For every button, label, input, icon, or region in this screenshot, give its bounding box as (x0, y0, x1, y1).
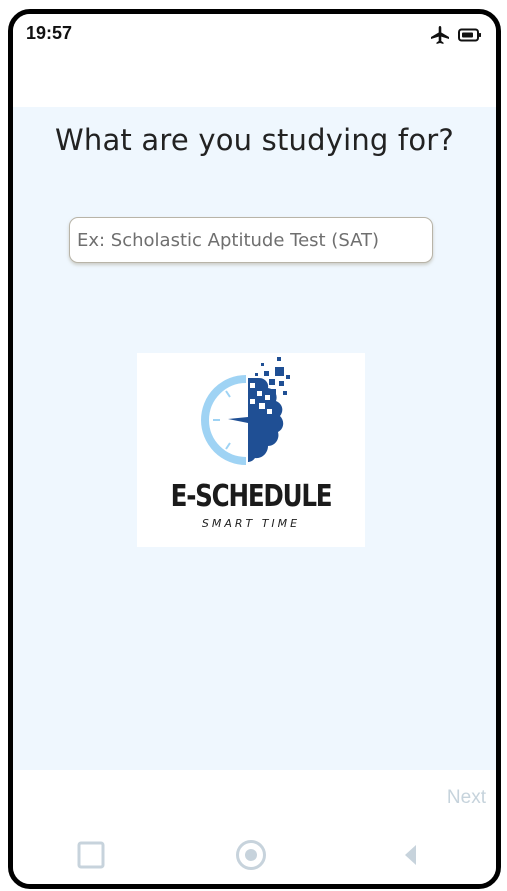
recents-button[interactable] (74, 840, 108, 874)
page-title: What are you studying for? (55, 123, 454, 157)
status-time: 19:57 (26, 23, 73, 43)
airplane-mode-icon (430, 25, 450, 50)
home-circle-icon (235, 839, 267, 876)
logo-tagline: SMART TIME (201, 517, 301, 530)
footer: Next (13, 770, 496, 884)
home-button[interactable] (234, 839, 268, 876)
recents-square-icon (77, 841, 105, 874)
status-bar: 19:57 (13, 14, 496, 54)
main-content: What are you studying for? Ex: Scholasti… (13, 107, 496, 770)
system-nav-bar (13, 832, 496, 884)
app-logo: E-SCHEDULE SMART TIME (137, 353, 365, 547)
battery-icon (458, 28, 482, 47)
next-button[interactable]: Next (447, 787, 486, 809)
phone-frame: 19:57 What are you studying for? Ex: Sch… (8, 9, 501, 889)
study-subject-input[interactable] (69, 217, 433, 263)
clock-brain-logo-icon (201, 357, 290, 465)
status-icons (430, 25, 482, 50)
logo-wordmark: E-SCHEDULE (170, 479, 333, 514)
back-button[interactable] (394, 840, 428, 874)
back-triangle-icon (402, 844, 420, 871)
